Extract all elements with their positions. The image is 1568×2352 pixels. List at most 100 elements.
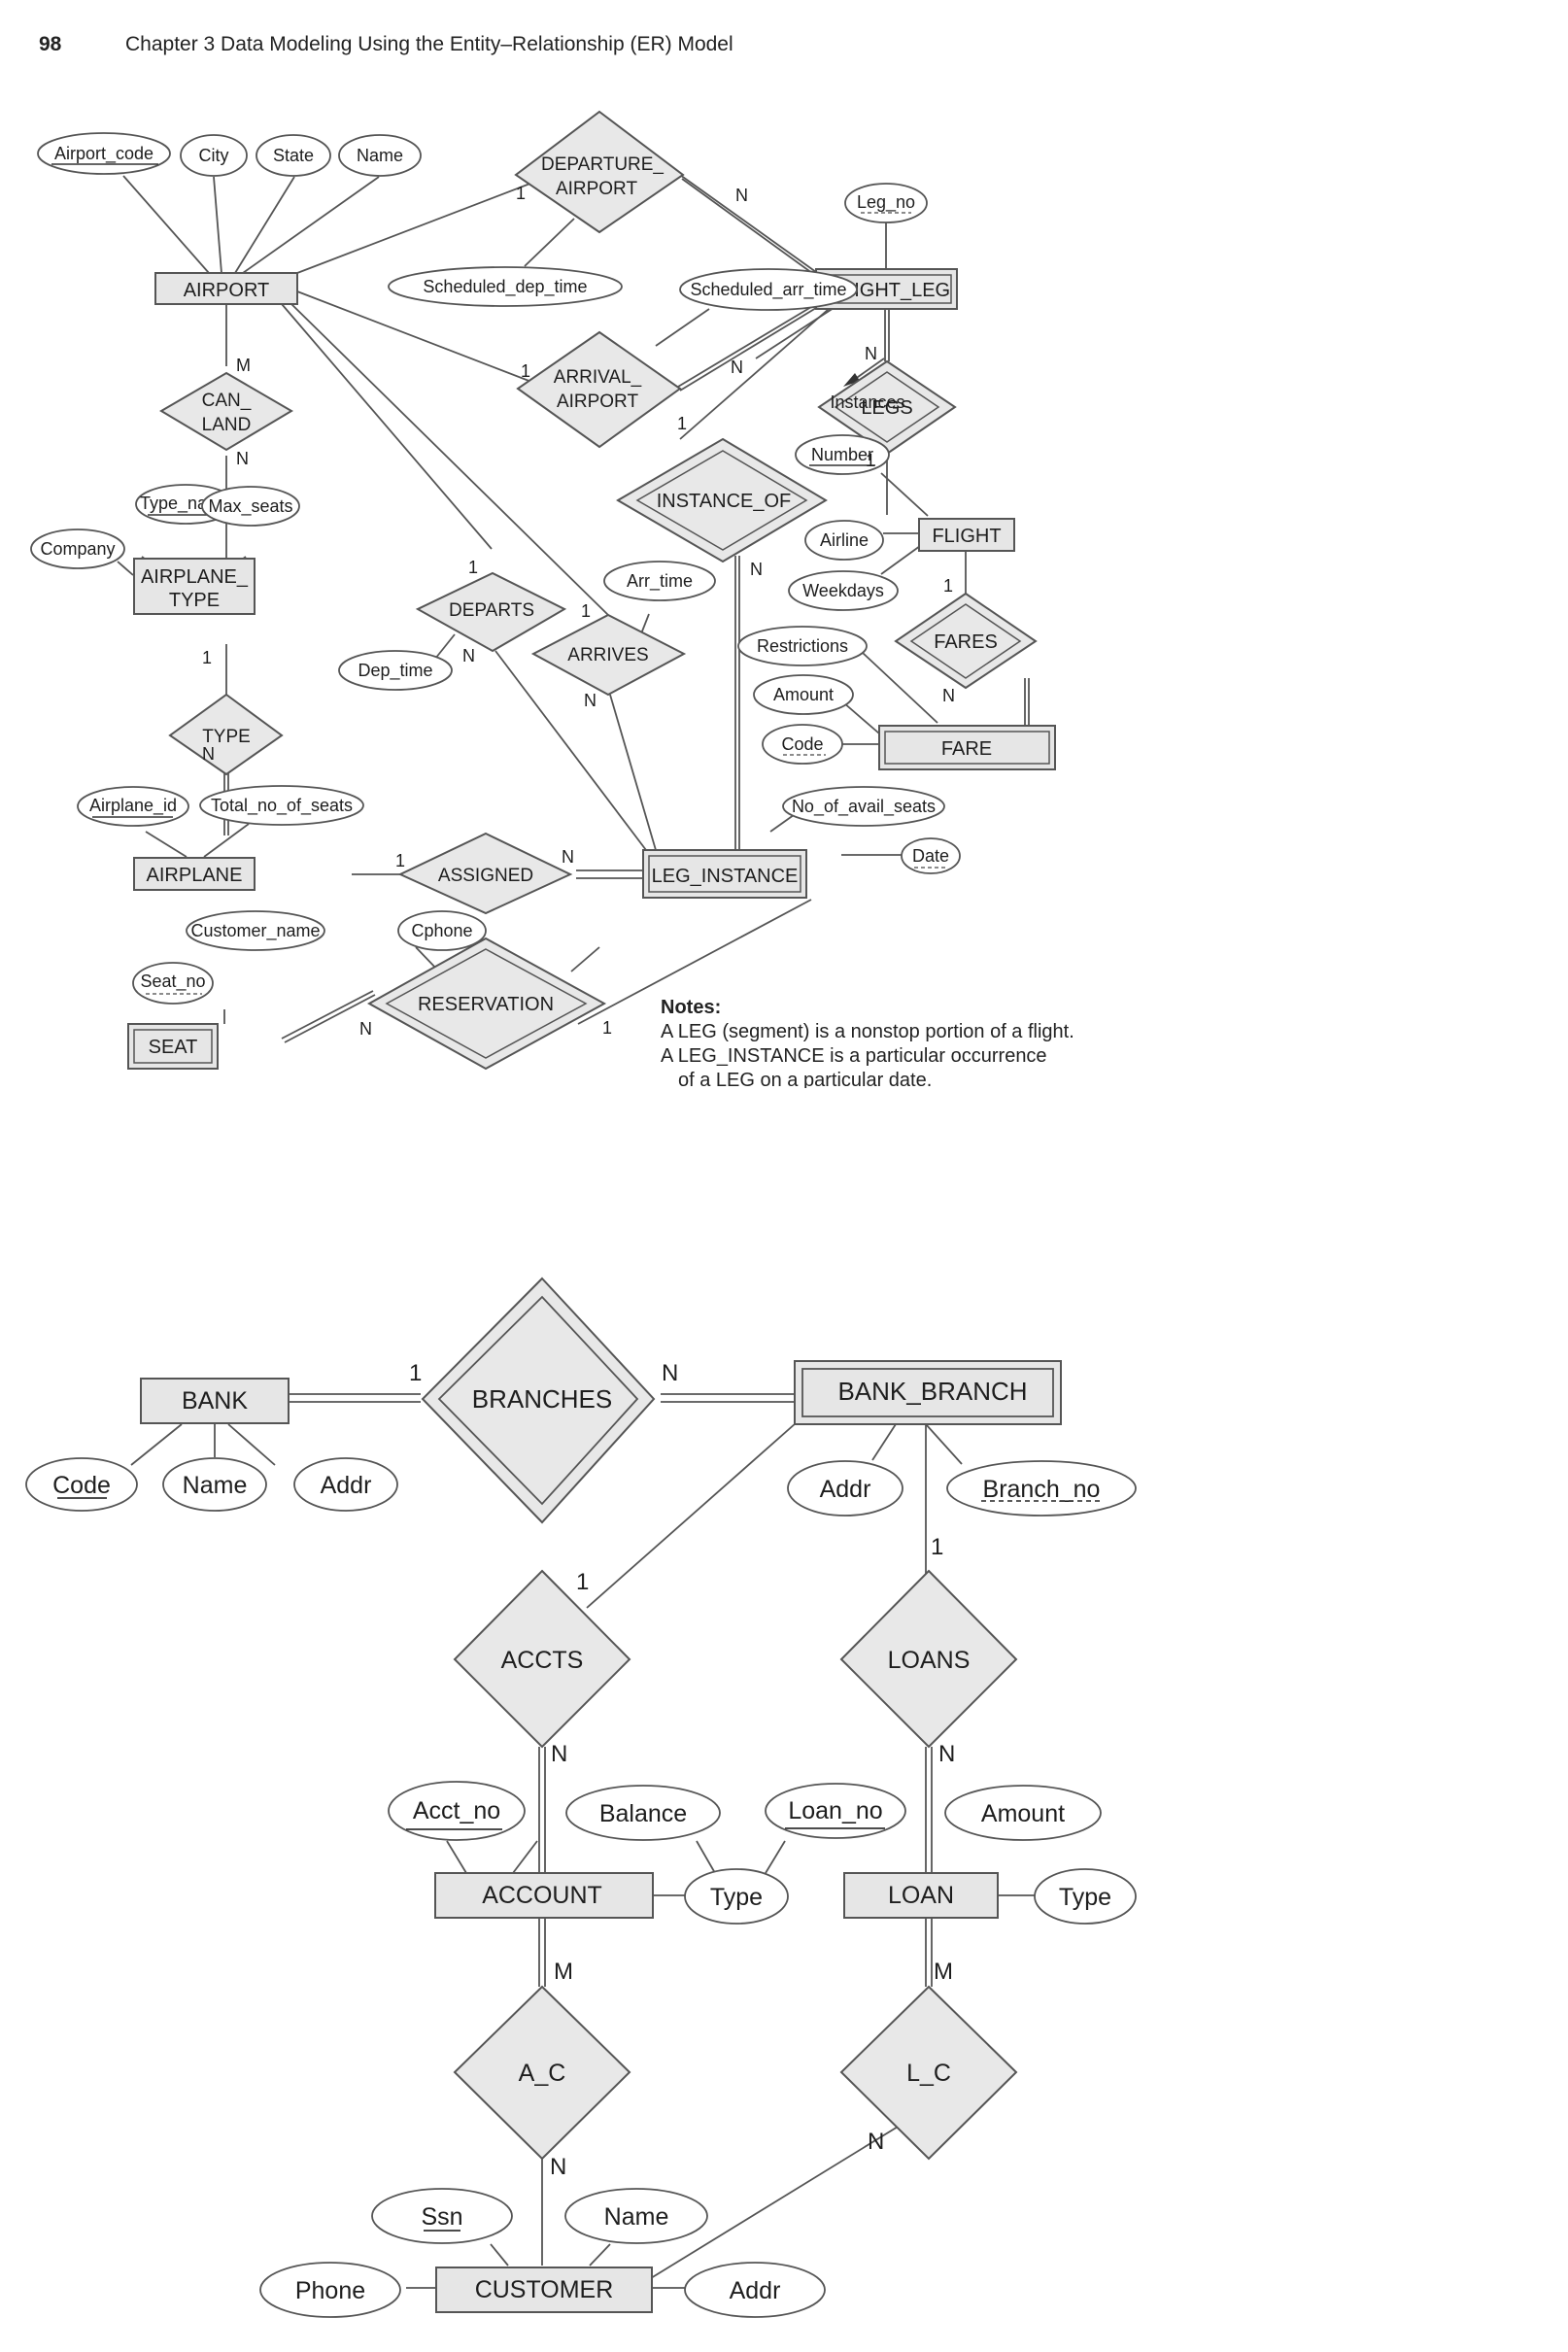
svg-text:Name: Name <box>183 1472 248 1499</box>
entity-airport[interactable]: AIRPORT <box>154 272 298 305</box>
relationship-fares[interactable]: FARES <box>894 592 1038 690</box>
svg-text:L_C: L_C <box>906 2060 951 2087</box>
entity-seat[interactable]: SEAT <box>127 1023 219 1070</box>
connector-lines <box>130 1393 1040 2289</box>
cardinality: M <box>934 1959 953 1985</box>
relationship-departure-airport[interactable]: DEPARTURE_ AIRPORT <box>514 110 685 234</box>
svg-text:ACCTS: ACCTS <box>501 1647 584 1674</box>
cardinality: N <box>868 2129 884 2155</box>
svg-text:FLIGHT: FLIGHT <box>932 526 1001 547</box>
svg-text:Weekdays: Weekdays <box>802 581 884 600</box>
svg-text:Max_seats: Max_seats <box>208 496 292 517</box>
svg-text:State: State <box>273 146 314 165</box>
attribute-no-of-avail-seats: No_of_avail_seats <box>782 786 945 827</box>
cardinality: N <box>462 646 475 665</box>
relationship-departs[interactable]: DEPARTS <box>415 571 567 653</box>
diagram-notes: Notes: A LEG (segment) is a nonstop port… <box>661 996 1205 1088</box>
entity-account[interactable]: ACCOUNT <box>434 1872 654 1919</box>
cardinality: M <box>236 356 251 375</box>
attribute-account-type: Type <box>684 1868 789 1925</box>
cardinality: N <box>865 344 877 363</box>
notes-line: A LEG_INSTANCE is a particular occurrenc… <box>661 1045 1047 1067</box>
svg-text:Scheduled_arr_time: Scheduled_arr_time <box>690 280 846 300</box>
attribute-acct-no: Acct_no <box>388 1781 526 1841</box>
attribute-phone: Phone <box>259 2262 401 2318</box>
svg-text:BANK: BANK <box>182 1387 248 1415</box>
svg-text:LAND: LAND <box>202 415 252 435</box>
attribute-scheduled-arr-time: Scheduled_arr_time <box>679 268 858 311</box>
attribute-seat-no: Seat_no <box>132 962 214 1005</box>
svg-text:Total_no_of_seats: Total_no_of_seats <box>211 796 353 816</box>
attribute-loan-type: Type <box>1034 1868 1137 1925</box>
attribute-bank-name: Name <box>162 1457 267 1512</box>
relationship-arrival-airport[interactable]: ARRIVAL_ AIRPORT <box>516 330 682 449</box>
svg-text:Amount: Amount <box>981 1800 1065 1827</box>
relationship-can-land[interactable]: CAN_ LAND <box>159 371 293 452</box>
relationship-accts[interactable]: ACCTS <box>453 1569 631 1749</box>
svg-text:A_C: A_C <box>519 2060 566 2087</box>
svg-text:RESERVATION: RESERVATION <box>418 994 554 1015</box>
attribute-bank-code: Code <box>25 1457 138 1512</box>
entity-loan[interactable]: LOAN <box>843 1872 999 1919</box>
relationship-branches[interactable]: BRANCHES <box>421 1277 656 1524</box>
attribute-max-seats: Max_seats <box>201 486 300 527</box>
cardinality: 1 <box>677 414 687 433</box>
entity-bank-branch[interactable]: BANK_BRANCH <box>794 1360 1062 1425</box>
svg-text:Addr: Addr <box>730 2277 781 2304</box>
entity-flight[interactable]: FLIGHT <box>918 518 1015 552</box>
cardinality: M <box>554 1959 573 1985</box>
svg-text:FARES: FARES <box>934 631 998 653</box>
relationship-reservation[interactable]: RESERVATION <box>366 937 607 1071</box>
svg-text:Customer_name: Customer_name <box>190 921 320 941</box>
svg-text:Type: Type <box>1059 1884 1111 1911</box>
attribute-customer-name: Customer_name <box>186 910 325 951</box>
entity-bank[interactable]: BANK <box>140 1378 290 1424</box>
attribute-branch-addr: Addr <box>787 1460 903 1517</box>
svg-text:ARRIVAL_: ARRIVAL_ <box>554 367 642 388</box>
relationship-type[interactable]: TYPE <box>168 693 284 776</box>
svg-text:City: City <box>199 146 229 165</box>
svg-text:AIRPLANE: AIRPLANE <box>147 865 243 886</box>
cardinality: 1 <box>581 601 591 621</box>
attribute-total-no-of-seats: Total_no_of_seats <box>199 785 364 826</box>
cardinality: N <box>236 449 249 468</box>
cardinality: N <box>750 560 763 579</box>
svg-text:Scheduled_dep_time: Scheduled_dep_time <box>423 277 587 297</box>
entity-leg-instance[interactable]: LEG_INSTANCE <box>642 849 807 899</box>
svg-text:Amount: Amount <box>773 685 834 704</box>
entity-customer[interactable]: CUSTOMER <box>435 2267 653 2313</box>
attribute-scheduled-dep-time: Scheduled_dep_time <box>388 266 623 307</box>
cardinality-labels: 1 N 1 N M N N 1 1 N 1 N 1 N 1 N 1 N 1 N … <box>202 184 955 1039</box>
svg-text:Type: Type <box>710 1884 763 1911</box>
notes-line: of a LEG on a particular date. <box>678 1070 933 1088</box>
svg-text:Acct_no: Acct_no <box>413 1797 500 1824</box>
entity-airplane-type[interactable]: AIRPLANE_ TYPE <box>133 558 256 615</box>
bank-er-diagram: BANK BANK_BRANCH ACCOUNT LOAN CUSTOMER B… <box>25 1277 1137 2318</box>
svg-text:INSTANCE_OF: INSTANCE_OF <box>657 491 792 512</box>
attribute-airline: Airline <box>804 520 884 561</box>
relationship-assigned[interactable]: ASSIGNED <box>397 832 573 915</box>
svg-text:LEG_INSTANCE: LEG_INSTANCE <box>652 866 799 887</box>
svg-text:Airline: Airline <box>820 530 869 550</box>
relationship-arrives[interactable]: ARRIVES <box>530 613 687 697</box>
notes-title: Notes: <box>661 997 722 1018</box>
attribute-name: Name <box>338 134 422 177</box>
attribute-airport-code: Airport_code <box>37 132 171 175</box>
cardinality: N <box>359 1019 372 1039</box>
svg-text:AIRPLANE_: AIRPLANE_ <box>141 566 249 588</box>
attribute-state: State <box>256 134 331 177</box>
relationship-a-c[interactable]: A_C <box>453 1985 631 2161</box>
relationship-instance-of[interactable]: INSTANCE_OF <box>616 437 828 563</box>
svg-text:Branch_no: Branch_no <box>983 1476 1101 1503</box>
relationship-loans[interactable]: LOANS <box>839 1569 1018 1749</box>
attribute-balance: Balance <box>565 1785 721 1841</box>
svg-text:Addr: Addr <box>820 1476 871 1503</box>
attribute-airplane-id: Airplane_id <box>77 786 189 827</box>
cardinality: 1 <box>516 184 526 203</box>
entity-fare[interactable]: FARE <box>878 725 1056 770</box>
attribute-leg-no: Leg_no <box>844 183 928 223</box>
svg-text:Leg_no: Leg_no <box>857 192 915 213</box>
entity-airplane[interactable]: AIRPLANE <box>133 857 256 891</box>
svg-text:Company: Company <box>40 539 115 559</box>
svg-text:Arr_time: Arr_time <box>627 571 693 592</box>
